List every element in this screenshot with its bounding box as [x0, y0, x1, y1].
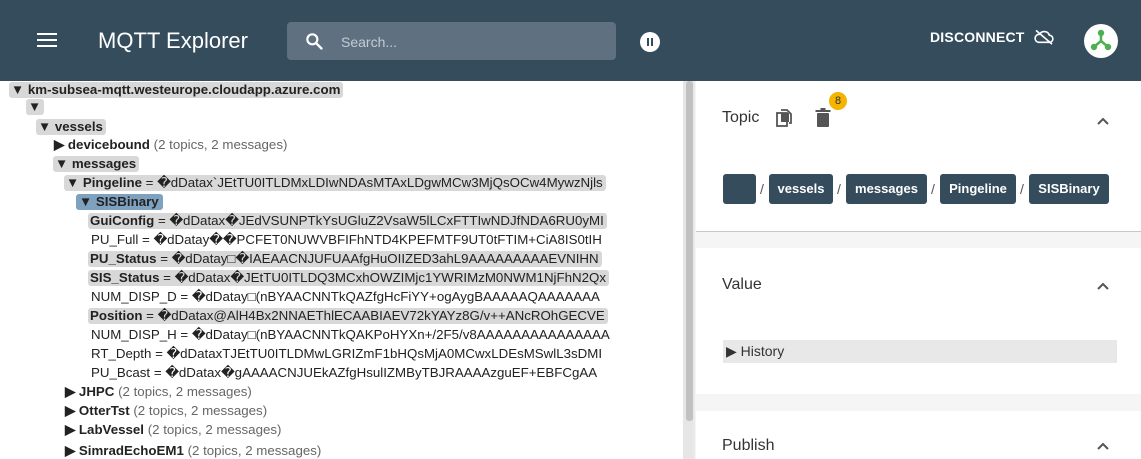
disconnect-label: DISCONNECT [930, 29, 1025, 45]
collapsed-label: ▶ JHPC [65, 384, 115, 399]
leaf-value: = �dDatax@AlH4Bx2NNAEThlECAABIAEV72kYAYz… [142, 308, 605, 323]
chevron-up-icon[interactable] [1096, 441, 1110, 451]
leaf-name: NUM_DISP_H [91, 327, 177, 342]
leaf-value: = �dDataxTJEtTU0ITLDMwLGRIZmF1bHQsMjA0MC… [151, 346, 603, 361]
leaf-name: PU_Bcast [91, 365, 151, 380]
value-title: Value [722, 276, 762, 293]
menu-icon[interactable] [35, 28, 59, 52]
devicebound-meta: (2 topics, 2 messages) [153, 137, 288, 152]
publish-title: Publish [722, 437, 775, 454]
breadcrumb-separator: / [1020, 181, 1024, 197]
collapsed-label: ▶ OtterTst [65, 403, 130, 418]
leaf-value: = �dDatax�gAAAACNJUEkAZfgHsulIZMByTBJRAA… [150, 365, 598, 380]
history-label: ▶ History [726, 343, 785, 359]
leaf-name: Position [90, 308, 143, 323]
tree-node-collapsed[interactable]: ▶ SimradEchoEM1 (2 topics, 2 messages) [65, 443, 321, 459]
chevron-up-icon[interactable] [1096, 116, 1110, 126]
delete-icon[interactable] [815, 108, 831, 128]
leaf-value: = �dDatay□�IAEAACNJUFUAAfgHuOIIZED3ahL9A… [156, 251, 599, 266]
publish-panel: Publish [696, 411, 1141, 459]
pingeline-label: ▼ Pingeline [66, 175, 142, 190]
breadcrumb-separator: / [837, 181, 841, 197]
search-box[interactable] [287, 22, 616, 60]
tree-leaf[interactable]: PU_Full = �dDatay��PCFET0NUWVBFIFhNTD4KP… [91, 232, 602, 248]
pause-icon [647, 38, 649, 46]
tree-node-pingeline[interactable]: ▼ Pingeline = �dDatax`JEtTU0ITLDMxLDIwND… [64, 175, 606, 191]
tree-leaf[interactable]: NUM_DISP_H = �dDatay□(nBYAACNNTkQAKPoHYX… [91, 327, 610, 343]
cloud-off-icon [1033, 29, 1054, 45]
leaf-name: NUM_DISP_D [91, 289, 177, 304]
search-icon [306, 33, 323, 50]
leaf-name: PU_Status [90, 251, 157, 266]
breadcrumb-root[interactable] [723, 174, 756, 204]
tree-leaf[interactable]: RT_Depth = �dDataxTJEtTU0ITLDMwLGRIZmF1b… [91, 346, 602, 362]
tree-root[interactable]: ▼ km-subsea-mqtt.westeurope.cloudapp.azu… [9, 82, 344, 98]
divider [696, 231, 1141, 232]
chevron-up-icon[interactable] [1096, 281, 1110, 291]
breadcrumb-separator: / [931, 181, 935, 197]
leaf-value: = �dDatax�JEtTU0ITLDQ3MCxhOWZIMjc1YWRIMz… [159, 270, 607, 285]
tree-node-collapsed[interactable]: ▶ OtterTst (2 topics, 2 messages) [65, 403, 267, 419]
history-toggle[interactable]: ▶ History [723, 340, 1117, 363]
tree-node-devicebound[interactable]: ▶ devicebound (2 topics, 2 messages) [54, 137, 287, 153]
topic-panel: Topic 8 [696, 81, 1141, 231]
breadcrumb-vessels[interactable]: vessels [769, 174, 833, 204]
breadcrumb-pingeline[interactable]: Pingeline [940, 174, 1016, 204]
breadcrumb-sisbinary[interactable]: SISBinary [1029, 174, 1109, 204]
copy-icon[interactable] [776, 109, 792, 127]
tree-leaf[interactable]: PU_Bcast = �dDatax�gAAAACNJUEkAZfgHsulIZ… [91, 365, 597, 381]
tree-node-empty[interactable]: ▼ [26, 99, 45, 115]
scrollbar-thumb[interactable] [686, 81, 693, 421]
tree-leaf[interactable]: GuiConfig = �dDatax�JEdVSUNPTkYsUGluZ2Vs… [88, 213, 607, 229]
tree-leaf[interactable]: NUM_DISP_D = �dDatay□(nBYAACNNTkQAZfgHcF… [91, 289, 600, 305]
leaf-value: = �dDatay□(nBYAACNNTkQAZfgHcFiYY+ogAygBA… [176, 289, 600, 304]
collapsed-meta: (2 topics, 2 messages) [187, 443, 322, 458]
collapsed-meta: (2 topics, 2 messages) [147, 422, 282, 437]
tree-leaf[interactable]: PU_Status = �dDatay□�IAEAACNJUFUAAfgHuOI… [88, 251, 602, 267]
tree-node-messages[interactable]: ▼ messages [53, 156, 140, 172]
tree-node-sisbinary[interactable]: ▼ SISBinary [76, 194, 163, 210]
app-title: MQTT Explorer [98, 28, 248, 53]
tree-node-vessels[interactable]: ▼ vessels [36, 119, 106, 135]
collapsed-label: ▶ LabVessel [65, 422, 144, 437]
collapsed-meta: (2 topics, 2 messages) [133, 403, 268, 418]
devicebound-label: ▶ devicebound [54, 137, 150, 152]
breadcrumb-messages[interactable]: messages [846, 174, 927, 204]
leaf-name: GuiConfig [90, 213, 155, 228]
value-panel: Value [696, 248, 1141, 394]
breadcrumb-separator: / [760, 181, 764, 197]
collapsed-label: ▶ SimradEchoEM1 [65, 443, 184, 458]
pingeline-value: = �dDatax`JEtTU0ITLDMxLDIwNDAsMTAxLDgwMC… [141, 175, 603, 190]
avatar[interactable] [1084, 24, 1118, 58]
topic-title: Topic [722, 109, 760, 126]
delete-count-badge: 8 [829, 92, 847, 110]
pause-button[interactable] [640, 32, 660, 52]
leaf-value: = �dDatay□(nBYAACNNTkQAKPoHYXn+/2F5/v8AA… [176, 327, 610, 342]
leaf-name: PU_Full [91, 232, 139, 247]
topic-tree: ▼ km-subsea-mqtt.westeurope.cloudapp.azu… [0, 81, 683, 459]
collapsed-meta: (2 topics, 2 messages) [118, 384, 252, 399]
leaf-value: = �dDatax�JEdVSUNPTkYsUGluZ2VsaW5lLCxFTT… [154, 213, 604, 228]
tree-leaf[interactable]: Position = �dDatax@AlH4Bx2NNAEThlECAABIA… [88, 308, 608, 324]
app-bar: MQTT Explorer DISCONNECT [0, 0, 1141, 81]
tree-leaf[interactable]: SIS_Status = �dDatax�JEtTU0ITLDQ3MCxhOWZ… [88, 270, 610, 286]
leaf-value: = �dDatay��PCFET0NUWVBFIFhNTD4KPEFMTF9UT… [138, 232, 602, 247]
leaf-name: SIS_Status [90, 270, 160, 285]
disconnect-button[interactable]: DISCONNECT [930, 29, 1055, 45]
tree-node-collapsed[interactable]: ▶ LabVessel (2 topics, 2 messages) [65, 422, 281, 438]
user-avatar-icon [1090, 29, 1112, 51]
search-input[interactable] [339, 31, 603, 53]
tree-node-collapsed[interactable]: ▶ JHPC (2 topics, 2 messages) [65, 384, 252, 400]
leaf-name: RT_Depth [91, 346, 152, 361]
